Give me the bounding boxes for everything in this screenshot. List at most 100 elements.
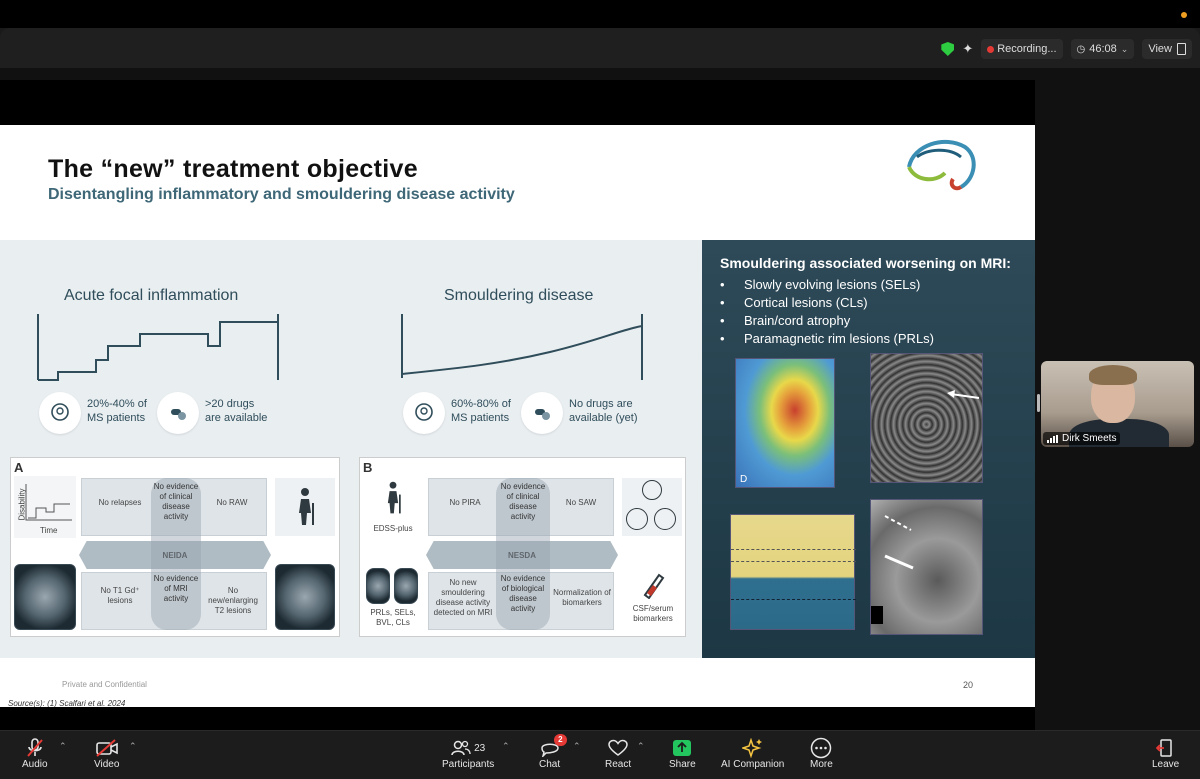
clock-icon: ◷ (1076, 43, 1086, 55)
meeting-toolbar: Audio ⌃ Video ⌃ 23 Participants ⌃ 2 Chat… (0, 730, 1200, 779)
ai-sparkle-icon[interactable]: ✦ (962, 41, 973, 57)
view-label: View (1148, 43, 1172, 55)
sparkle-icon (741, 737, 764, 759)
list-item: Slowly evolving lesions (SELs) (720, 276, 934, 294)
react-button[interactable]: React (605, 737, 631, 770)
muted-mic-icon (25, 737, 45, 759)
company-logo (907, 139, 976, 191)
view-button[interactable]: View (1142, 39, 1192, 59)
participant-name: Dirk Smeets (1062, 433, 1117, 444)
figB-top-left: No PIRA (449, 498, 481, 507)
ai-companion-button[interactable]: AI Companion (721, 737, 784, 770)
audio-label: Audio (22, 759, 48, 770)
share-label: Share (669, 759, 696, 770)
signal-bars-icon (1047, 434, 1058, 443)
figB-bottom-right: Normalization of biomarkers (553, 588, 611, 607)
disability-mini-chart: Disability Time (14, 476, 76, 538)
figure-letter: B (363, 460, 373, 475)
mri-brain-image (14, 564, 76, 630)
participants-count: 23 (474, 742, 486, 754)
audio-button[interactable]: Audio (22, 737, 48, 770)
participants-options-chevron-icon[interactable]: ⌃ (502, 741, 510, 752)
audio-options-chevron-icon[interactable]: ⌃ (59, 741, 67, 752)
smouldering-stat-1: 60%-80% of MS patients (451, 398, 511, 424)
heart-icon (607, 737, 629, 759)
stepwise-disability-graph (37, 314, 279, 381)
screen-share-area: The “new” treatment objective Disentangl… (0, 80, 1035, 730)
chevron-down-icon: ⌄ (1120, 43, 1129, 54)
meeting-top-bar: ✦ Recording... ◷ 46:08 ⌄ View (0, 28, 1200, 68)
leave-door-icon (1155, 737, 1176, 759)
list-item: Cortical lesions (CLs) (720, 294, 934, 312)
react-label: React (605, 759, 632, 770)
react-options-chevron-icon[interactable]: ⌃ (637, 741, 645, 752)
recording-indicator[interactable]: Recording... (981, 39, 1063, 59)
test-tube-icon (624, 570, 680, 600)
comparison-panel: Acute focal inflammation Smouldering dis… (0, 240, 702, 658)
figA-top-left: No relapses (98, 498, 142, 507)
more-icon (810, 737, 832, 759)
acute-heading: Acute focal inflammation (64, 287, 239, 304)
ai-companion-label: AI Companion (721, 759, 785, 770)
participant-video-tile[interactable]: Dirk Smeets (1041, 361, 1194, 447)
figB-bottom-left: No new smouldering disease activity dete… (433, 578, 493, 617)
pills-icon (521, 392, 563, 434)
meeting-timer[interactable]: ◷ 46:08 ⌄ (1070, 39, 1135, 59)
timer-value: 46:08 (1089, 43, 1117, 55)
spinal-atrophy-image (730, 514, 856, 630)
figA-center-column: No evidence of clinical disease activity… (151, 478, 201, 630)
leave-label: Leave (1152, 759, 1180, 770)
leave-button[interactable]: Leave (1152, 737, 1179, 770)
source-citation: Source(s): (1) Scalfari et al. 2024 (8, 699, 126, 707)
meeting-stage: The “new” treatment objective Disentangl… (0, 68, 1200, 730)
figA-bottom-left: No T1 Gd⁺ lesions (100, 586, 140, 605)
figure-a: A Disability Time No relapses No RAW NEI… (10, 457, 340, 637)
video-button[interactable]: Video (94, 737, 119, 770)
figure-letter: A (14, 460, 24, 475)
mri-findings-list: Slowly evolving lesions (SELs) Cortical … (720, 276, 934, 348)
walking-person-icon (275, 478, 335, 536)
slide-title: The “new” treatment objective (48, 155, 418, 183)
page-number: 20 (963, 680, 974, 690)
mri-panel-title: Smouldering associated worsening on MRI: (720, 255, 1011, 271)
video-options-chevron-icon[interactable]: ⌃ (129, 741, 137, 752)
gradual-disability-graph (401, 314, 643, 380)
sel-heatmap-image: D (735, 358, 835, 488)
chat-options-chevron-icon[interactable]: ⌃ (573, 741, 581, 752)
security-shield-icon[interactable] (941, 42, 955, 56)
csf-label: CSF/serum biomarkers (632, 604, 674, 623)
participants-button[interactable]: 23 Participants (442, 737, 494, 770)
more-label: More (810, 759, 833, 770)
share-button[interactable]: Share (669, 737, 696, 770)
walking-person-icon (368, 478, 418, 518)
mri-panel: Smouldering associated worsening on MRI:… (702, 240, 1035, 658)
cortical-lesion-image (870, 353, 983, 483)
list-item: Brain/cord atrophy (720, 312, 934, 330)
presentation-slide: The “new” treatment objective Disentangl… (0, 125, 1035, 707)
biomarker-icons (622, 478, 682, 536)
video-label: Video (94, 759, 120, 770)
acute-stat-1: 20%-40% of MS patients (87, 398, 147, 424)
head-icon (39, 392, 81, 434)
recording-label: Recording... (997, 43, 1057, 55)
chat-badge: 2 (554, 734, 567, 746)
edss-label: EDSS-plus (373, 524, 413, 533)
share-screen-icon (672, 737, 692, 759)
mri-brain-image (275, 564, 335, 630)
zoom-window: ✦ Recording... ◷ 46:08 ⌄ View The “new” … (0, 0, 1200, 779)
participants-label: Participants (442, 759, 495, 770)
panel-resize-handle[interactable] (1037, 394, 1040, 412)
confidential-footer: Private and Confidential (62, 680, 147, 689)
watch-icon (654, 508, 676, 530)
mri-brain-image (366, 568, 390, 604)
head-icon (403, 392, 445, 434)
participants-icon: 23 (451, 737, 485, 759)
clipboard-icon (626, 508, 648, 530)
menu-bar (0, 0, 1200, 28)
smouldering-heading: Smouldering disease (444, 287, 594, 304)
acute-stat-2: >20 drugs are available (205, 398, 268, 424)
figA-top-right: No RAW (216, 498, 248, 507)
chat-button[interactable]: 2 Chat (539, 734, 567, 770)
more-button[interactable]: More (810, 737, 833, 770)
figB-center-column: No evidence of clinical disease activity… (496, 478, 550, 630)
